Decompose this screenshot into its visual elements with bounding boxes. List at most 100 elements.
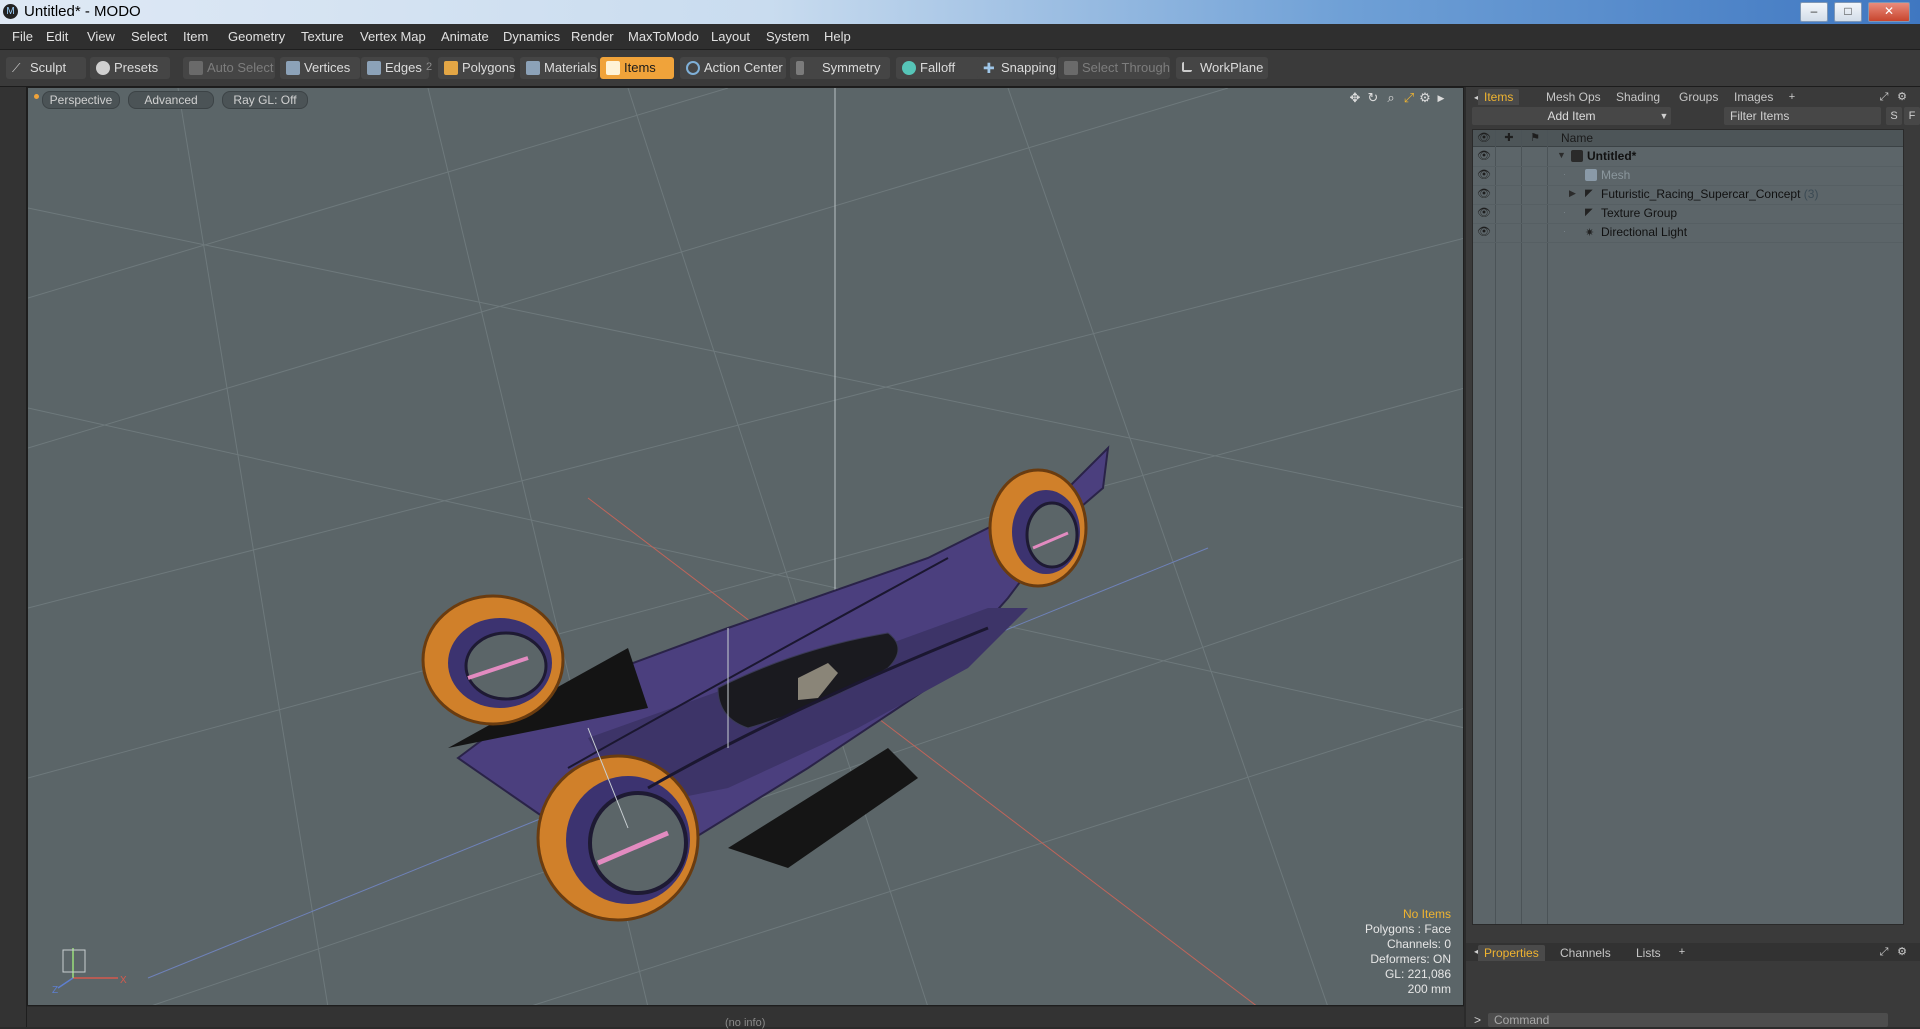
close-button[interactable]: ✕	[1868, 2, 1910, 22]
items-button[interactable]: Items	[600, 57, 674, 79]
tree-row-untitled[interactable]: 👁 ▼ Untitled*	[1473, 147, 1903, 167]
tab-lists[interactable]: Lists	[1636, 945, 1661, 961]
tree-row-supercar[interactable]: 👁 ▶ ◤ Futuristic_Racing_Supercar_Concept…	[1473, 185, 1903, 205]
filter-items-input[interactable]: Filter Items	[1724, 107, 1881, 125]
tree-label: Texture Group	[1601, 206, 1678, 220]
tree-label: Futuristic_Racing_Supercar_Concept (3)	[1601, 187, 1819, 201]
pan-icon[interactable]: ✥	[1348, 91, 1362, 105]
stats-deformers: Deformers: ON	[1370, 952, 1451, 966]
zoom-icon[interactable]: ⌕	[1384, 91, 1398, 105]
workplane-button[interactable]: WorkPlane	[1176, 57, 1268, 79]
tree-row-mesh[interactable]: 👁 · Mesh	[1473, 166, 1903, 186]
menu-help[interactable]: Help	[824, 29, 851, 44]
minimize-button[interactable]: –	[1800, 2, 1828, 22]
menu-view[interactable]: View	[87, 29, 115, 44]
fit-icon[interactable]: ⤢	[1402, 91, 1416, 105]
menu-maxtomodo[interactable]: MaxToModo	[628, 29, 699, 44]
command-prompt: >	[1474, 1013, 1482, 1027]
title-bar: M Untitled* - MODO – □ ✕	[0, 0, 1920, 24]
tab-properties[interactable]: Properties	[1478, 945, 1545, 961]
rotate-icon[interactable]: ↻	[1366, 91, 1380, 105]
eye-icon[interactable]: 👁	[1477, 150, 1491, 162]
expand-panel-icon[interactable]: ⤢	[1878, 946, 1890, 958]
tree-label: Untitled*	[1587, 149, 1637, 163]
gear-icon[interactable]: ⚙	[1418, 91, 1432, 105]
menu-edit[interactable]: Edit	[46, 29, 68, 44]
filter-f-button[interactable]: F	[1904, 107, 1920, 125]
command-placeholder: Command	[1494, 1013, 1550, 1027]
menu-animate[interactable]: Animate	[441, 29, 489, 44]
viewport-menu-arrow-icon[interactable]: ▶	[1434, 91, 1448, 105]
3d-viewport[interactable]: X Z Perspective Advanced Ray GL: Off ✥ ↻…	[27, 87, 1464, 1006]
symmetry-button[interactable]: Symmetry	[790, 57, 890, 79]
panel-gear-icon[interactable]: ⚙	[1896, 91, 1908, 103]
info-bar: (no info)	[27, 1007, 1464, 1029]
materials-button[interactable]: Materials	[520, 57, 598, 79]
tree-row-texture-group[interactable]: 👁 · ◤ Texture Group	[1473, 204, 1903, 224]
expand-arrow-icon[interactable]: ▶	[1569, 188, 1576, 199]
eye-icon[interactable]: 👁	[1477, 207, 1491, 219]
tab-groups[interactable]: Groups	[1679, 89, 1718, 105]
axis-z-label: Z	[52, 985, 58, 996]
panel-gear-icon[interactable]: ⚙	[1896, 946, 1908, 958]
render-col-icon: ⚑	[1530, 132, 1540, 144]
filter-s-button[interactable]: S	[1886, 107, 1902, 125]
menu-system[interactable]: System	[766, 29, 809, 44]
item-count: (3)	[1803, 187, 1819, 201]
add-item-button[interactable]: Add Item	[1472, 107, 1671, 125]
workplane-icon	[1182, 62, 1192, 72]
select-through-button[interactable]: Select Through	[1058, 57, 1170, 79]
tab-channels[interactable]: Channels	[1560, 945, 1611, 961]
command-input[interactable]: Command	[1488, 1013, 1888, 1027]
view-mode-dropdown[interactable]: Perspective	[42, 91, 120, 109]
menu-render[interactable]: Render	[571, 29, 614, 44]
sculpt-button[interactable]: ⟋ Sculpt	[6, 57, 86, 79]
add-tab-icon[interactable]: +	[1786, 91, 1798, 103]
render-style-dropdown[interactable]: Advanced	[128, 91, 214, 109]
eye-icon[interactable]: 👁	[1477, 169, 1491, 181]
add-tab-icon[interactable]: +	[1676, 946, 1688, 958]
menu-dynamics[interactable]: Dynamics	[503, 29, 560, 44]
vertices-icon	[286, 61, 300, 75]
menu-file[interactable]: File	[12, 29, 33, 44]
auto-select-icon	[189, 61, 203, 75]
texture-group-icon: ◤	[1585, 207, 1593, 218]
tab-images[interactable]: Images	[1734, 89, 1773, 105]
polygons-button[interactable]: Polygons	[438, 57, 515, 79]
select-through-icon	[1064, 61, 1078, 75]
menu-texture[interactable]: Texture	[301, 29, 344, 44]
collapse-arrow-icon[interactable]: ▼	[1557, 150, 1566, 160]
snapping-button[interactable]: ✚ Snapping	[977, 57, 1057, 79]
action-center-button[interactable]: Action Center	[680, 57, 786, 79]
tab-shading[interactable]: Shading	[1616, 89, 1660, 105]
window-title: Untitled* - MODO	[24, 3, 141, 20]
auto-select-button[interactable]: Auto Select	[183, 57, 275, 79]
raygl-toggle[interactable]: Ray GL: Off	[222, 91, 308, 109]
menu-layout[interactable]: Layout	[711, 29, 750, 44]
ground-grid	[28, 88, 1463, 1005]
tab-mesh-ops[interactable]: Mesh Ops	[1546, 89, 1601, 105]
stats-channels: Channels: 0	[1386, 937, 1451, 951]
menu-vertex-map[interactable]: Vertex Map	[360, 29, 426, 44]
eye-icon[interactable]: 👁	[1477, 226, 1491, 238]
tree-row-directional-light[interactable]: 👁 · ✷ Directional Light	[1473, 223, 1903, 243]
tab-items[interactable]: Items	[1478, 89, 1520, 105]
tree-label: Directional Light	[1601, 225, 1688, 239]
viewport-scene: X Z	[28, 88, 1463, 1005]
polygons-icon	[444, 61, 458, 75]
expand-panel-icon[interactable]: ⤢	[1878, 91, 1890, 103]
add-item-arrow-icon[interactable]: ▼	[1657, 107, 1671, 125]
action-center-icon	[686, 61, 700, 75]
brush-icon: ⟋	[12, 61, 21, 75]
falloff-button[interactable]: Falloff	[896, 57, 984, 79]
maximize-button[interactable]: □	[1834, 2, 1862, 22]
edges-button[interactable]: Edges	[361, 57, 429, 79]
menu-item[interactable]: Item	[183, 29, 208, 44]
presets-button[interactable]: Presets	[90, 57, 170, 79]
menu-geometry[interactable]: Geometry	[228, 29, 285, 44]
menu-select[interactable]: Select	[131, 29, 167, 44]
vertices-button[interactable]: Vertices	[280, 57, 360, 79]
eye-icon[interactable]: 👁	[1477, 188, 1491, 200]
tree-label: Mesh	[1601, 168, 1631, 182]
group-icon: ◤	[1585, 188, 1593, 199]
